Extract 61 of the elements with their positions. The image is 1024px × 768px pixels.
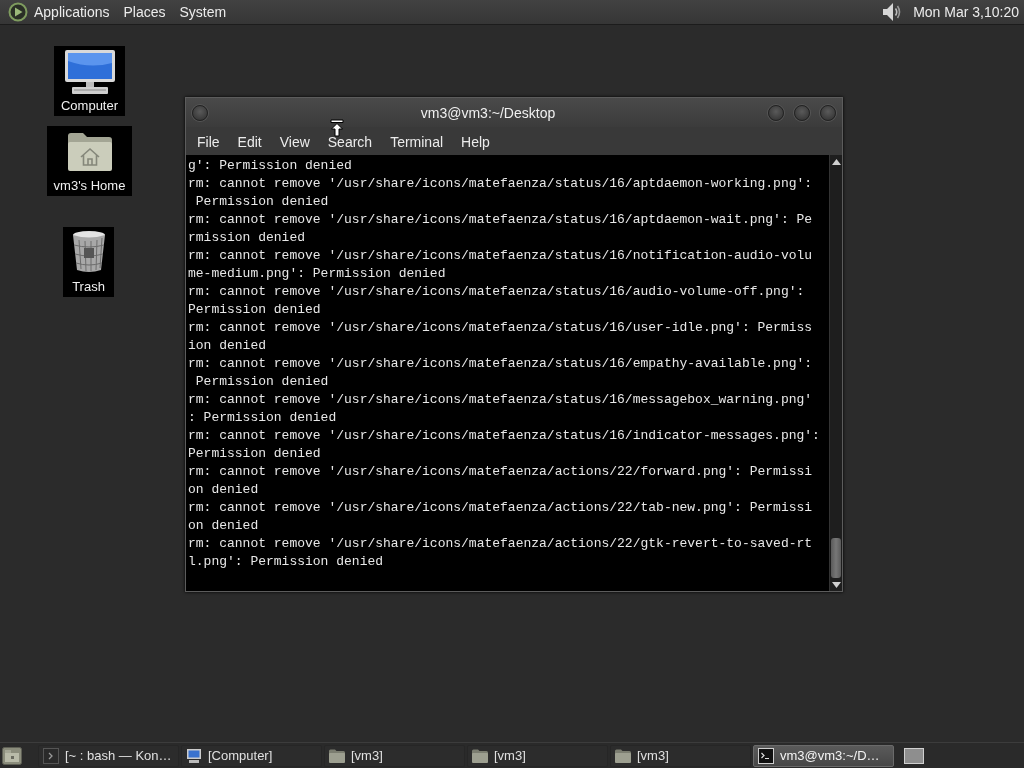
scrollbar-thumb[interactable] xyxy=(831,538,841,578)
menu-item[interactable]: Edit xyxy=(228,130,271,152)
computer-icon xyxy=(63,49,116,95)
folder-icon xyxy=(329,748,345,763)
terminal-line: rm: cannot remove '/usr/share/icons/matefaenza/actions/22/tab-new.png': Permissi xyxy=(188,499,813,517)
terminal-line: rm: cannot remove '/usr/share/icons/matefaenza/status/16/aptdaemon-working.png': xyxy=(188,175,813,193)
terminal-line: Permission denied xyxy=(188,445,321,463)
workspace-switcher[interactable] xyxy=(904,747,924,764)
terminal-line: rm: cannot remove '/usr/share/icons/matefaenza/status/16/audio-volume-off.png': xyxy=(188,283,805,301)
terminal-line: Permission denied xyxy=(188,301,321,319)
desktop-icon[interactable]: vm3's Home xyxy=(47,126,132,196)
clock[interactable]: Mon Mar 3,10:20 xyxy=(913,4,1019,20)
folder-icon xyxy=(615,748,631,763)
taskbar-item[interactable]: [Computer] xyxy=(181,744,322,767)
terminal-line: rm: cannot remove '/usr/share/icons/matefaenza/status/16/aptdaemon-wait.png': Pe xyxy=(188,211,813,229)
logo-icon[interactable] xyxy=(8,2,28,22)
terminal-icon xyxy=(758,747,774,764)
menu-item[interactable]: Terminal xyxy=(381,130,453,152)
terminal-line: me-medium.png': Permission denied xyxy=(188,265,446,283)
menu-item[interactable]: View xyxy=(270,130,319,152)
terminal-line: rm: cannot remove '/usr/share/icons/matefaenza/actions/22/gtk-revert-to-saved-rt xyxy=(188,535,813,553)
desktop-icon[interactable]: Trash xyxy=(63,227,114,297)
terminal-line: rm: cannot remove '/usr/share/icons/matefaenza/status/16/messagebox_warning.png' xyxy=(188,391,813,409)
folder-icon xyxy=(472,748,488,763)
desktop-icon[interactable]: Computer xyxy=(54,46,125,116)
computer-icon xyxy=(186,747,202,764)
terminal-line: l.png': Permission denied xyxy=(188,553,384,571)
terminal-line: : Permission denied xyxy=(188,409,337,427)
window-title: vm3@vm3:~/Desktop xyxy=(419,104,557,121)
terminal-line: rm: cannot remove '/usr/share/icons/matefaenza/status/16/empathy-available.png': xyxy=(188,355,813,373)
terminal-line: rm: cannot remove '/usr/share/icons/matefaenza/actions/22/forward.png': Permissi xyxy=(188,463,813,481)
panel-menu[interactable]: System xyxy=(176,2,234,22)
taskbar-item[interactable]: vm3@vm3:~/D… xyxy=(753,744,894,767)
panel-menu[interactable]: Places xyxy=(120,2,173,22)
terminal-line: on denied xyxy=(188,517,259,535)
terminal-line: ion denied xyxy=(188,337,266,355)
terminal-line: Permission denied xyxy=(194,373,329,391)
taskbar-item[interactable]: [vm3] xyxy=(324,744,465,767)
panel-menu[interactable]: Applications xyxy=(31,2,117,22)
terminal-line: rmission denied xyxy=(188,229,306,247)
speaker-icon[interactable] xyxy=(882,1,903,23)
trash-icon xyxy=(70,230,107,274)
terminal-line: Permission denied xyxy=(194,193,329,211)
terminal-line: rm: cannot remove '/usr/share/icons/matefaenza/status/16/user-idle.png': Permiss xyxy=(188,319,813,337)
home-folder-icon xyxy=(66,132,113,172)
scrollbar[interactable] xyxy=(829,155,842,591)
menu-item[interactable]: File xyxy=(188,130,229,152)
show-desktop-icon[interactable] xyxy=(2,746,22,765)
terminal-line: g': Permission denied xyxy=(188,157,352,175)
taskbar-item[interactable]: [~ : bash — Kon… xyxy=(38,744,179,767)
console-icon xyxy=(43,747,59,764)
taskbar-item[interactable]: [vm3] xyxy=(467,744,608,767)
terminal-line: rm: cannot remove '/usr/share/icons/matefaenza/status/16/indicator-messages.png': xyxy=(188,427,820,445)
terminal-line: on denied xyxy=(188,481,259,499)
menu-item[interactable]: Help xyxy=(452,130,499,152)
scroll-down-icon[interactable] xyxy=(831,582,841,588)
scroll-up-icon[interactable] xyxy=(831,159,841,165)
taskbar-item[interactable]: [vm3] xyxy=(610,744,751,767)
terminal-line: rm: cannot remove '/usr/share/icons/matefaenza/status/16/notification-audio-volu xyxy=(188,247,813,265)
menu-item[interactable]: Search xyxy=(318,130,382,152)
cursor-icon xyxy=(330,119,344,137)
